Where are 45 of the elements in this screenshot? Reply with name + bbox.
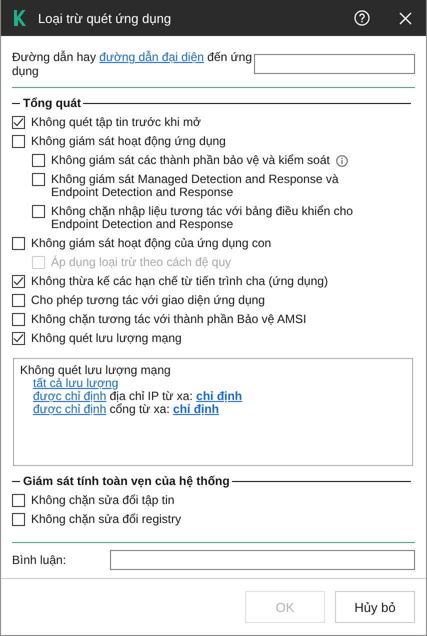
checkbox-label[interactable]: Không giám sát hoạt động ứng dụng <box>31 135 226 148</box>
checkbox[interactable] <box>12 237 25 250</box>
checkbox-label[interactable]: Không quét tập tin trước khi mở <box>31 116 201 129</box>
checkbox[interactable] <box>12 275 25 288</box>
traffic-rule: được chỉ định cổng từ xa: chỉ định <box>32 403 220 416</box>
window-title: Loại trừ quét ứng dụng <box>38 10 172 26</box>
comment-label: Bình luận: <box>12 553 66 567</box>
logo-icon <box>14 10 26 26</box>
section-title: Tổng quát <box>23 96 81 110</box>
checkbox-label[interactable]: Không thừa kế các hạn chế từ tiến trình cha (ứng dụng) <box>31 275 328 288</box>
checkbox-label[interactable]: Không quét lưu lượng mạng <box>31 332 182 345</box>
info-icon[interactable] <box>336 155 348 167</box>
checkbox-label[interactable]: Không giám sát các thành phần bảo vệ và kiểm soát <box>51 154 330 167</box>
link[interactable]: đường dẫn đại diện <box>99 50 204 64</box>
path-label: Đường dẫn hay đường dẫn đại diện đến ứng dụng <box>12 50 254 78</box>
link[interactable]: được chỉ định <box>33 402 106 416</box>
checkbox-label[interactable]: Không giám sát Managed Detection and Response và Endpoint Detection and Response <box>51 173 381 199</box>
details-title: Không quét lưu lượng mạng <box>20 364 172 377</box>
checkbox-label[interactable]: Không chặn tương tác với thành phần Bảo vệ AMSI <box>31 313 306 326</box>
link[interactable]: được chỉ định <box>33 389 106 403</box>
checkbox[interactable] <box>12 135 25 148</box>
checkbox-label[interactable]: Không chặn sửa đổi registry <box>31 513 182 526</box>
comment-field[interactable] <box>110 550 415 570</box>
link[interactable]: chỉ định <box>173 402 220 416</box>
link[interactable]: tất cả lưu lượng <box>33 376 118 390</box>
section-title: Giám sát tính toàn vẹn của hệ thống <box>23 474 230 488</box>
checkbox[interactable] <box>12 513 25 526</box>
checkbox[interactable] <box>32 173 45 186</box>
checkbox-label[interactable]: Không chặn sửa đổi tập tin <box>31 494 174 507</box>
checkbox[interactable] <box>12 332 25 345</box>
checkbox-label[interactable]: Cho phép tương tác với giao diện ứng dụng <box>31 294 265 307</box>
checkbox[interactable] <box>12 494 25 507</box>
checkbox[interactable] <box>32 154 45 167</box>
traffic-rule: được chỉ định địa chỉ IP từ xa: chỉ định <box>32 390 244 403</box>
dialog-button[interactable]: Hủy bỏ <box>335 591 415 623</box>
checkbox[interactable] <box>12 294 25 307</box>
link[interactable]: chỉ định <box>196 389 242 403</box>
help-icon[interactable] <box>354 10 370 26</box>
checkbox-label[interactable]: Không giám sát hoạt động của ứng dụng con <box>31 237 272 250</box>
checkbox[interactable] <box>12 116 25 129</box>
checkbox[interactable] <box>32 205 45 218</box>
checkbox[interactable] <box>12 313 25 326</box>
path-field[interactable] <box>254 54 415 74</box>
checkbox-label[interactable]: Không chặn nhập liệu tương tác với bảng điều khiển cho Endpoint Detection and Response <box>51 205 381 231</box>
close-icon[interactable] <box>399 12 412 24</box>
